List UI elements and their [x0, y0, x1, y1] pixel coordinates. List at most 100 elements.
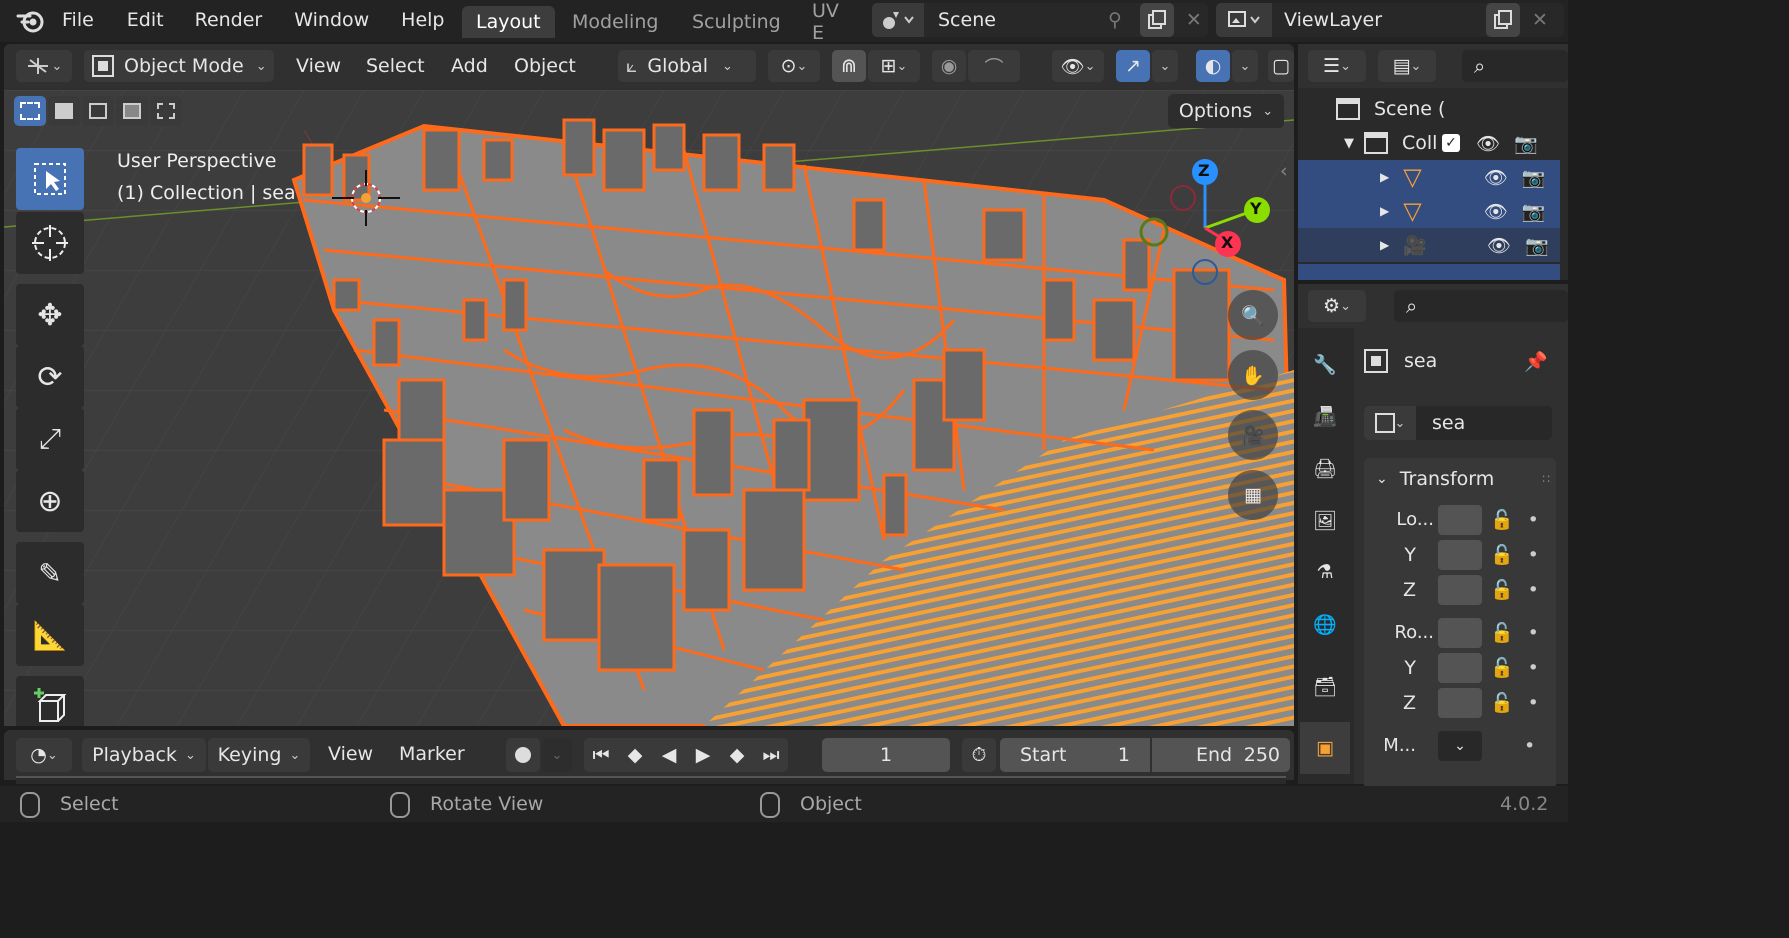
scene-selector[interactable]: Scene ⚲ ✕: [872, 3, 1208, 37]
object-mode-dropdown[interactable]: Object Mode ⌄: [84, 50, 274, 82]
auto-key-toggle[interactable]: [506, 738, 540, 772]
scene-name[interactable]: Scene: [938, 9, 1098, 31]
lock-icon[interactable]: 🔓: [1490, 508, 1514, 531]
move-tool[interactable]: ✥: [16, 284, 84, 346]
timeline-menu-marker[interactable]: Marker: [399, 743, 465, 765]
snap-target-button[interactable]: ⊞ ⌄: [868, 50, 920, 82]
cursor-tool[interactable]: [16, 212, 84, 274]
keyframe-dot-icon[interactable]: •: [1528, 579, 1539, 601]
rotation-y-field[interactable]: [1438, 652, 1482, 683]
annotate-tool[interactable]: ✎: [16, 542, 84, 604]
options-dropdown[interactable]: Options ⌄: [1168, 94, 1284, 128]
keyframe-dot-icon[interactable]: •: [1528, 657, 1539, 679]
menu-view[interactable]: View: [296, 55, 341, 77]
location-y-field[interactable]: [1438, 539, 1482, 570]
expand-arrow-icon[interactable]: ▶: [1380, 204, 1389, 218]
rotation-z-field[interactable]: [1438, 687, 1482, 718]
jump-end-icon[interactable]: ⏭: [754, 738, 788, 772]
expand-arrow-icon[interactable]: ▶: [1380, 170, 1389, 184]
outliner-search-field[interactable]: ⌕: [1462, 50, 1568, 82]
preview-range-toggle[interactable]: ⏱: [962, 738, 996, 772]
menu-render[interactable]: Render: [195, 9, 263, 31]
output-tab-icon[interactable]: 🖨: [1300, 442, 1350, 494]
start-frame-field[interactable]: Start 1: [1000, 738, 1150, 772]
visibility-eye-icon[interactable]: 👁: [1476, 132, 1500, 155]
object-data-selector[interactable]: ⌄: [1364, 406, 1416, 440]
collection-tab-icon[interactable]: 🗃: [1300, 660, 1350, 712]
sidebar-toggle-arrow-icon[interactable]: ‹: [1280, 160, 1288, 182]
pivot-point-button[interactable]: ⊙ ⌄: [768, 50, 820, 82]
tab-uv-editing[interactable]: UV E: [798, 0, 866, 42]
view-layer-tab-icon[interactable]: 🖼: [1300, 494, 1350, 546]
keyframe-dot-icon[interactable]: •: [1528, 692, 1539, 714]
world-tab-icon[interactable]: 🌐: [1300, 598, 1350, 650]
snap-toggle[interactable]: ⋒: [832, 50, 866, 82]
new-view-layer-icon[interactable]: [1486, 3, 1520, 37]
end-frame-field[interactable]: End 250: [1152, 738, 1290, 772]
expand-arrow-icon[interactable]: ▼: [1344, 136, 1354, 151]
ortho-grid-icon[interactable]: ▦: [1228, 470, 1278, 520]
blender-logo-icon[interactable]: [16, 8, 46, 34]
playback-dropdown[interactable]: Playback ⌄: [82, 738, 206, 772]
outliner-object-row[interactable]: ▶ ▽ 👁 📷: [1298, 160, 1560, 194]
transform-panel-header[interactable]: ⌄ Transform ∷: [1364, 458, 1556, 500]
transform-orientation-dropdown[interactable]: ⟀ Global ⌄: [618, 50, 756, 82]
pin-icon[interactable]: 📌: [1524, 350, 1548, 373]
prev-keyframe-icon[interactable]: ◆: [618, 738, 652, 772]
play-reverse-icon[interactable]: ◀: [652, 738, 686, 772]
keyframe-dot-icon[interactable]: •: [1528, 622, 1539, 644]
object-tab-icon[interactable]: ▣: [1300, 722, 1350, 774]
gizmo-toggle[interactable]: ↗: [1116, 50, 1150, 82]
tab-layout[interactable]: Layout: [462, 6, 555, 38]
lock-icon[interactable]: 🔓: [1490, 578, 1514, 601]
expand-arrow-icon[interactable]: ▶: [1380, 238, 1389, 252]
keying-dropdown[interactable]: Keying ⌄: [208, 738, 310, 772]
visibility-eye-icon[interactable]: 👁: [1484, 200, 1508, 223]
keyframe-dot-icon[interactable]: •: [1528, 509, 1539, 531]
drag-handle-icon[interactable]: ∷: [1542, 472, 1550, 486]
play-icon[interactable]: ▶: [686, 738, 720, 772]
add-cube-tool[interactable]: [16, 676, 84, 726]
rotation-mode-dropdown[interactable]: ⌄: [1438, 730, 1482, 761]
menu-add[interactable]: Add: [451, 55, 488, 77]
object-name-field[interactable]: ⌄ sea: [1364, 406, 1552, 440]
visibility-dropdown[interactable]: 👁 ⌄: [1052, 50, 1104, 82]
object-data-name[interactable]: sea: [1432, 412, 1465, 434]
rotation-x-field[interactable]: [1438, 617, 1482, 648]
xray-toggle[interactable]: ▢: [1268, 50, 1294, 82]
proportional-falloff-button[interactable]: ⌒: [968, 50, 1020, 82]
visibility-eye-icon[interactable]: 👁: [1484, 166, 1508, 189]
camera-view-icon[interactable]: 🎥: [1228, 410, 1278, 460]
outliner-collection-row[interactable]: ▼ Coll ✓ 👁 📷: [1298, 126, 1568, 160]
overlays-dropdown[interactable]: ⌄: [1232, 50, 1258, 82]
gizmo-dropdown[interactable]: ⌄: [1152, 50, 1178, 82]
menu-help[interactable]: Help: [401, 9, 444, 31]
new-scene-icon[interactable]: [1139, 3, 1174, 37]
outliner-camera-row[interactable]: ▶ 🎥 👁 📷: [1298, 228, 1560, 262]
exclude-checkbox[interactable]: ✓: [1442, 134, 1460, 152]
visibility-eye-icon[interactable]: 👁: [1487, 234, 1511, 257]
overlays-toggle[interactable]: ◐: [1196, 50, 1230, 82]
outliner-object-row[interactable]: ▶ ▽ 👁 📷: [1298, 194, 1560, 228]
delete-view-layer-icon[interactable]: ✕: [1532, 9, 1548, 31]
keyframe-dot-icon[interactable]: •: [1524, 735, 1535, 757]
collapse-arrow-icon[interactable]: ⌄: [1376, 471, 1388, 487]
lock-icon[interactable]: 🔓: [1490, 543, 1514, 566]
render-camera-icon[interactable]: 📷: [1522, 166, 1546, 189]
render-tab-icon[interactable]: 📠: [1300, 390, 1350, 442]
editor-type-button[interactable]: ⌄: [16, 50, 72, 82]
display-mode-button[interactable]: ▤ ⌄: [1378, 50, 1436, 82]
auto-key-dropdown[interactable]: ⌄: [542, 738, 572, 772]
zoom-icon[interactable]: 🔍: [1228, 290, 1278, 340]
next-keyframe-icon[interactable]: ◆: [720, 738, 754, 772]
lock-icon[interactable]: 🔓: [1490, 656, 1514, 679]
pin-icon[interactable]: ⚲: [1108, 9, 1122, 31]
proportional-edit-toggle[interactable]: ◉: [932, 50, 966, 82]
navigation-gizmo[interactable]: Z Y X: [1130, 156, 1270, 296]
jump-start-icon[interactable]: ⏮: [584, 738, 618, 772]
select-new-icon[interactable]: [14, 96, 46, 126]
scale-tool[interactable]: ⤢: [16, 408, 84, 470]
location-x-field[interactable]: [1438, 504, 1482, 535]
menu-edit[interactable]: Edit: [127, 9, 164, 31]
tab-sculpting[interactable]: Sculpting: [678, 6, 795, 38]
